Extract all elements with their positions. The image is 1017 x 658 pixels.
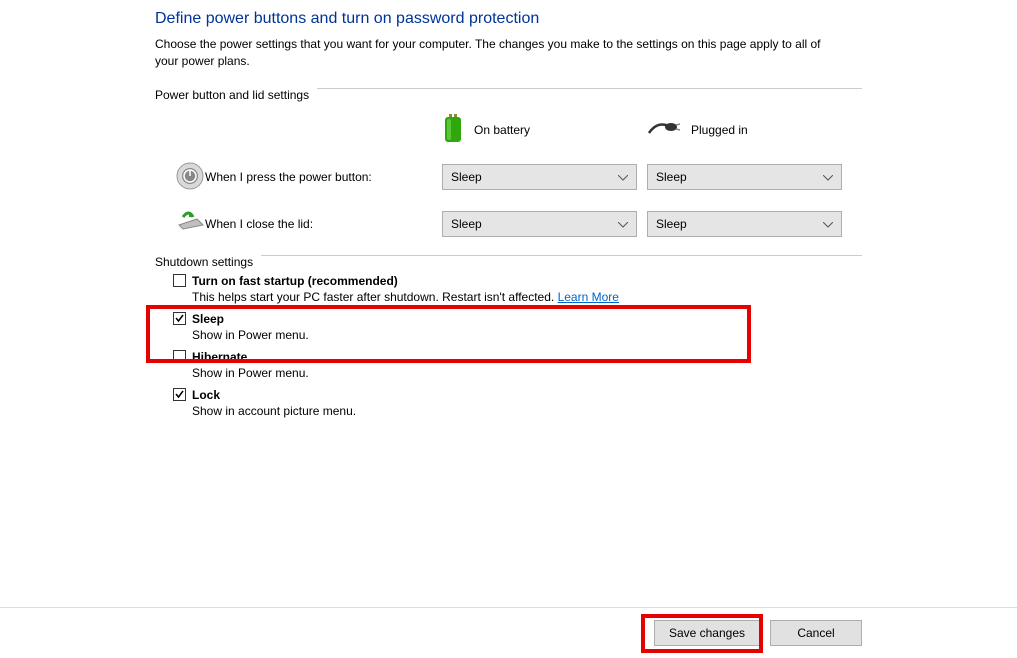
fast-startup-checkbox[interactable]	[173, 274, 186, 287]
sleep-checkbox[interactable]	[173, 312, 186, 325]
fast-startup-label: Turn on fast startup (recommended)	[192, 274, 398, 288]
chevron-down-icon	[618, 217, 628, 231]
laptop-lid-icon	[175, 211, 205, 236]
power-button-label: When I press the power button:	[205, 170, 442, 184]
fieldset-legend: Power button and lid settings	[155, 88, 317, 102]
hibernate-label: Hibernate	[192, 350, 247, 364]
shutdown-settings-fieldset: Shutdown settings Turn on fast startup (…	[155, 255, 862, 418]
battery-icon	[442, 114, 464, 147]
page-description: Choose the power settings that you want …	[155, 36, 835, 70]
power-button-row: When I press the power button: Sleep Sle…	[155, 162, 862, 193]
sleep-item: Sleep Show in Power menu.	[173, 312, 862, 342]
close-lid-battery-select[interactable]: Sleep	[442, 211, 637, 237]
sleep-desc: Show in Power menu.	[192, 328, 862, 342]
cancel-button[interactable]: Cancel	[770, 620, 862, 646]
close-lid-plugged-select[interactable]: Sleep	[647, 211, 842, 237]
fast-startup-desc: This helps start your PC faster after sh…	[192, 290, 862, 304]
save-changes-button[interactable]: Save changes	[654, 620, 760, 646]
fast-startup-item: Turn on fast startup (recommended) This …	[173, 274, 862, 304]
power-plug-icon	[647, 119, 681, 142]
power-button-icon	[176, 162, 204, 193]
power-button-lid-fieldset: Power button and lid settings On battery	[155, 88, 862, 237]
select-value: Sleep	[656, 170, 687, 184]
hibernate-desc: Show in Power menu.	[192, 366, 862, 380]
learn-more-link[interactable]: Learn More	[558, 290, 619, 304]
column-plugged-label: Plugged in	[691, 123, 748, 137]
column-battery-label: On battery	[474, 123, 530, 137]
select-value: Sleep	[451, 170, 482, 184]
footer-bar: Save changes Cancel	[0, 607, 1017, 658]
chevron-down-icon	[618, 170, 628, 184]
close-lid-row: When I close the lid: Sleep Sleep	[155, 211, 862, 237]
power-button-plugged-select[interactable]: Sleep	[647, 164, 842, 190]
lock-label: Lock	[192, 388, 220, 402]
select-value: Sleep	[451, 217, 482, 231]
lock-item: Lock Show in account picture menu.	[173, 388, 862, 418]
lock-checkbox[interactable]	[173, 388, 186, 401]
sleep-label: Sleep	[192, 312, 224, 326]
column-header-battery: On battery	[442, 114, 637, 147]
hibernate-checkbox[interactable]	[173, 350, 186, 363]
page-title: Define power buttons and turn on passwor…	[155, 10, 862, 28]
chevron-down-icon	[823, 170, 833, 184]
hibernate-item: Hibernate Show in Power menu.	[173, 350, 862, 380]
chevron-down-icon	[823, 217, 833, 231]
close-lid-label: When I close the lid:	[205, 217, 442, 231]
power-button-battery-select[interactable]: Sleep	[442, 164, 637, 190]
column-header-plugged: Plugged in	[647, 119, 842, 142]
lock-desc: Show in account picture menu.	[192, 404, 862, 418]
fieldset-legend: Shutdown settings	[155, 255, 261, 269]
select-value: Sleep	[656, 217, 687, 231]
